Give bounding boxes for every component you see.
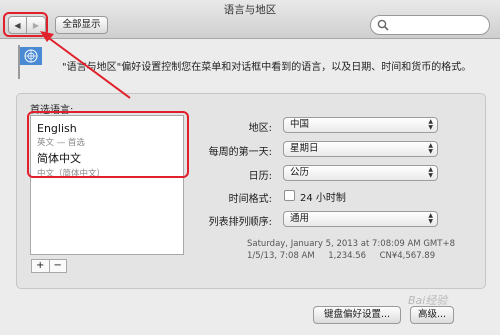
24-hour-checkbox-label[interactable]: 24 小时制 bbox=[300, 189, 346, 204]
region-label: 地区: bbox=[248, 123, 272, 134]
pane-description: "语言与地区"偏好设置控制您在菜单和对话框中看到的语言，以及日期、时间和货币的格… bbox=[62, 62, 472, 73]
region-value: 中国 bbox=[290, 119, 310, 130]
region-select[interactable]: 中国 ▲ ▼ bbox=[283, 117, 438, 133]
search-input[interactable] bbox=[391, 18, 489, 34]
sort-order-value: 通用 bbox=[290, 213, 310, 224]
popup-arrows-icon: ▲ ▼ bbox=[428, 166, 433, 179]
date-format-preview: Saturday, January 5, 2013 at 7:08:09 AM … bbox=[247, 239, 455, 249]
language-list-highlight bbox=[27, 111, 189, 178]
window-titlebar: 语言与地区 ◀ ▶ 全部显示 bbox=[0, 0, 500, 39]
keyboard-preferences-button[interactable]: 键盘偏好设置... bbox=[313, 306, 401, 324]
add-remove-control: + − bbox=[31, 259, 67, 273]
search-field[interactable] bbox=[370, 15, 490, 35]
sort-order-select[interactable]: 通用 ▲ ▼ bbox=[283, 211, 438, 227]
popup-arrows-icon: ▲ ▼ bbox=[428, 142, 433, 155]
popup-arrows-icon: ▲ ▼ bbox=[428, 212, 433, 225]
search-icon bbox=[377, 19, 389, 31]
24-hour-checkbox[interactable] bbox=[284, 190, 295, 201]
remove-language-button[interactable]: − bbox=[50, 260, 67, 272]
popup-arrows-icon: ▲ ▼ bbox=[428, 118, 433, 131]
add-language-button[interactable]: + bbox=[32, 260, 50, 272]
show-all-button[interactable]: 全部显示 bbox=[55, 16, 108, 34]
sort-order-label: 列表排列顺序: bbox=[208, 217, 272, 228]
watermark-text: Bai经验 bbox=[408, 294, 448, 307]
first-day-value: 星期日 bbox=[290, 143, 319, 154]
first-day-select[interactable]: 星期日 ▲ ▼ bbox=[283, 141, 438, 157]
calendar-select[interactable]: 公历 ▲ ▼ bbox=[283, 165, 438, 181]
time-format-label: 时间格式: bbox=[228, 194, 272, 205]
number-format-preview: 1/5/13, 7:08 AM 1,234.56 CN¥4,567.89 bbox=[247, 251, 436, 261]
first-day-label: 每周的第一天: bbox=[208, 147, 272, 158]
advanced-button[interactable]: 高级... bbox=[410, 306, 454, 324]
calendar-label: 日历: bbox=[248, 171, 272, 182]
language-region-flag-icon bbox=[18, 45, 42, 79]
back-button-highlight bbox=[3, 12, 48, 37]
calendar-value: 公历 bbox=[290, 167, 310, 178]
